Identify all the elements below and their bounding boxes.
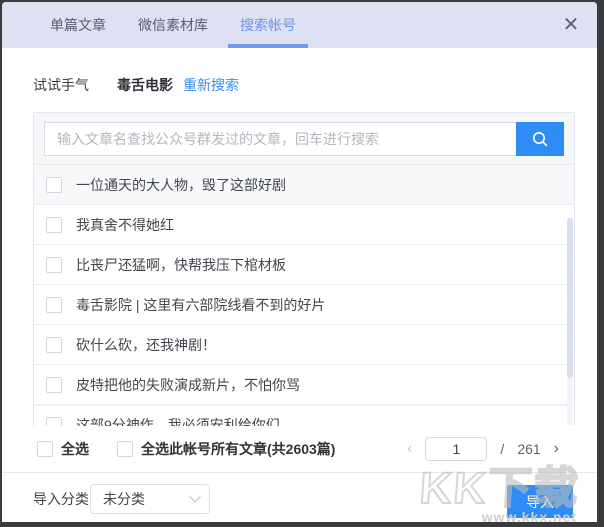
try-luck-link[interactable]: 试试手气 bbox=[33, 75, 89, 95]
next-page-icon[interactable]: › bbox=[554, 440, 559, 458]
article-list-panel: 一位通天的大人物，毁了这部好剧 我真舍不得她红 比丧尸还猛啊，快帮我压下棺材板 … bbox=[33, 112, 575, 426]
tab-search-account[interactable]: 搜索帐号 bbox=[240, 2, 296, 48]
select-all-checkbox[interactable] bbox=[37, 441, 53, 457]
page-separator: / bbox=[500, 441, 505, 457]
article-checkbox[interactable] bbox=[46, 216, 62, 233]
tab-single-article[interactable]: 单篇文章 bbox=[50, 2, 106, 48]
article-row[interactable]: 毒舌影院 | 这里有六部院线看不到的好片 bbox=[34, 285, 574, 325]
dialog-footer: 导入分类 未分类 导入 bbox=[2, 472, 597, 522]
prev-page-icon[interactable]: ‹ bbox=[407, 440, 412, 458]
search-again-link[interactable]: 重新搜索 bbox=[183, 75, 239, 95]
article-title: 毒舌影院 | 这里有六部院线看不到的好片 bbox=[76, 296, 326, 313]
close-icon[interactable]: ✕ bbox=[559, 13, 583, 37]
account-bar: 试试手气 毒舌电影 重新搜索 bbox=[33, 76, 239, 94]
article-row[interactable]: 比丧尸还猛啊，快帮我压下棺材板 bbox=[34, 245, 574, 285]
article-title: 一位通天的大人物，毁了这部好剧 bbox=[76, 176, 286, 193]
article-checkbox[interactable] bbox=[46, 256, 62, 273]
article-row[interactable]: 皮特把他的失败演成新片，不怕你骂 bbox=[34, 365, 574, 405]
tab-wechat-material[interactable]: 微信素材库 bbox=[138, 2, 208, 48]
article-checkbox[interactable] bbox=[46, 376, 62, 393]
import-category-label: 导入分类 bbox=[33, 491, 89, 507]
search-section bbox=[34, 113, 574, 165]
search-button[interactable] bbox=[516, 121, 564, 156]
article-rows: 一位通天的大人物，毁了这部好剧 我真舍不得她红 比丧尸还猛啊，快帮我压下棺材板 … bbox=[34, 165, 574, 426]
search-icon bbox=[530, 129, 550, 149]
list-scrollbar-track[interactable] bbox=[567, 218, 573, 425]
article-row[interactable]: 一位通天的大人物，毁了这部好剧 bbox=[34, 165, 574, 205]
article-title: 砍什么砍，还我神剧！ bbox=[76, 336, 216, 353]
search-input[interactable] bbox=[44, 121, 516, 156]
list-scrollbar-thumb[interactable] bbox=[567, 218, 573, 378]
select-account-all-checkbox[interactable] bbox=[117, 441, 133, 457]
import-button[interactable]: 导入 bbox=[507, 485, 573, 518]
tab-label: 微信素材库 bbox=[138, 17, 208, 33]
article-title: 我真舍不得她红 bbox=[76, 216, 174, 233]
article-checkbox[interactable] bbox=[46, 336, 62, 353]
article-checkbox[interactable] bbox=[46, 296, 62, 313]
select-account-all-label: 全选此帐号所有文章(共2603篇) bbox=[141, 441, 336, 457]
article-title: 皮特把他的失败演成新片，不怕你骂 bbox=[76, 376, 300, 393]
chevron-down-icon bbox=[189, 491, 201, 503]
selection-bar: 全选 全选此帐号所有文章(共2603篇) ‹ / 261 › bbox=[2, 426, 597, 472]
article-title: 这部9分神作，我必须安利给你们 bbox=[76, 417, 280, 426]
tab-label: 单篇文章 bbox=[50, 17, 106, 33]
article-title: 比丧尸还猛啊，快帮我压下棺材板 bbox=[76, 256, 286, 273]
article-row[interactable]: 我真舍不得她红 bbox=[34, 205, 574, 245]
article-row-clipped[interactable]: 这部9分神作，我必须安利给你们 bbox=[34, 405, 574, 426]
total-pages: 261 bbox=[517, 441, 541, 457]
tab-label: 搜索帐号 bbox=[240, 17, 296, 33]
import-article-dialog: 单篇文章 微信素材库 搜索帐号 ✕ 试试手气 毒舌电影 重新搜索 输入文章名查找… bbox=[2, 2, 597, 522]
article-row[interactable]: 砍什么砍，还我神剧！ bbox=[34, 325, 574, 365]
account-name: 毒舌电影 bbox=[117, 77, 173, 93]
category-selected-value: 未分类 bbox=[103, 491, 145, 507]
pagination: ‹ / 261 › bbox=[407, 426, 559, 472]
dialog-tabbar: 单篇文章 微信素材库 搜索帐号 ✕ bbox=[2, 2, 597, 48]
article-checkbox[interactable] bbox=[46, 176, 62, 193]
article-checkbox[interactable] bbox=[46, 417, 62, 426]
select-all-label: 全选 bbox=[61, 441, 89, 457]
category-select[interactable]: 未分类 bbox=[90, 484, 210, 514]
page-number-input[interactable] bbox=[425, 437, 488, 461]
